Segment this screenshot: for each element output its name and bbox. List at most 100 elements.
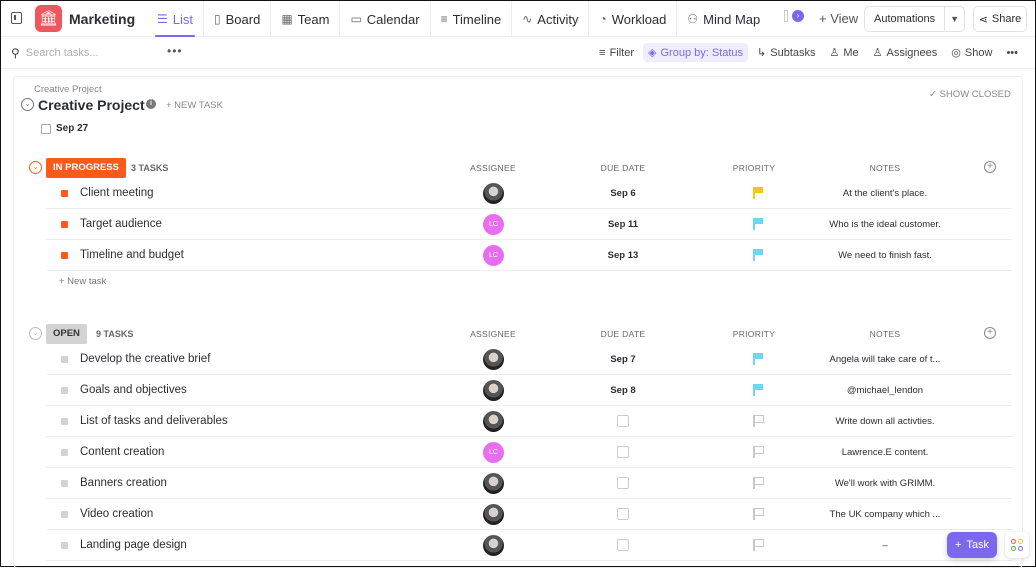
- flag-icon[interactable]: [753, 384, 763, 396]
- info-icon[interactable]: i: [146, 99, 156, 109]
- avatar[interactable]: [483, 349, 504, 370]
- task-notes[interactable]: We'll work with GRIMM.: [835, 478, 935, 489]
- flag-icon[interactable]: [753, 249, 763, 261]
- column-header-due-date[interactable]: DUE DATE: [601, 163, 646, 173]
- avatar[interactable]: [483, 380, 504, 401]
- task-row[interactable]: Goals and objectives Sep 8 @michael_lend…: [46, 375, 1012, 406]
- column-header-due-date[interactable]: DUE DATE: [601, 329, 646, 339]
- task-name[interactable]: Landing page design: [80, 539, 187, 551]
- subtasks-button[interactable]: ↳ Subtasks: [752, 43, 820, 62]
- task-name[interactable]: Client meeting: [80, 187, 154, 199]
- avatar[interactable]: [483, 411, 504, 432]
- task-notes[interactable]: –: [882, 540, 887, 551]
- search-input[interactable]: ⚲ Search tasks...: [11, 46, 99, 60]
- flag-icon[interactable]: [753, 218, 763, 230]
- task-row[interactable]: Video creation The UK company which ...: [46, 499, 1012, 530]
- avatar[interactable]: LC: [483, 245, 504, 266]
- tab-workload[interactable]: ◔ Workload: [588, 1, 676, 37]
- status-square-icon[interactable]: [61, 418, 68, 425]
- flag-icon[interactable]: [753, 446, 764, 458]
- me-button[interactable]: ♙ Me: [825, 43, 864, 62]
- task-name[interactable]: Banners creation: [80, 477, 167, 489]
- new-task-button[interactable]: + NEW TASK: [166, 100, 223, 111]
- status-square-icon[interactable]: [61, 252, 68, 259]
- add-task-button[interactable]: + Task: [947, 532, 997, 558]
- avatar[interactable]: [483, 183, 504, 204]
- column-header-priority[interactable]: PRIORITY: [733, 163, 776, 173]
- due-date[interactable]: Sep 13: [608, 250, 639, 261]
- flag-icon[interactable]: [753, 477, 764, 489]
- status-badge[interactable]: IN PROGRESS: [46, 158, 126, 178]
- add-column-icon[interactable]: +: [984, 161, 996, 173]
- task-row[interactable]: Client meeting Sep 6 At the client's pla…: [46, 178, 1012, 209]
- more-options-icon[interactable]: •••: [167, 44, 183, 58]
- task-row[interactable]: Target audience LC Sep 11 Who is the idea…: [46, 209, 1012, 240]
- task-row[interactable]: List of tasks and deliverables Write dow…: [46, 406, 1012, 437]
- due-date[interactable]: Sep 6: [610, 188, 635, 199]
- task-name[interactable]: Develop the creative brief: [80, 353, 210, 365]
- status-badge[interactable]: OPEN: [46, 324, 87, 344]
- tab-mind-map[interactable]: ⚇ Mind Map: [676, 1, 770, 37]
- tab-list[interactable]: ☰ List: [147, 1, 203, 37]
- share-button[interactable]: ⋖ Share: [973, 6, 1027, 32]
- tab-team[interactable]: ▦ Team: [270, 1, 339, 37]
- flag-icon[interactable]: [753, 187, 763, 199]
- task-notes[interactable]: Who is the ideal customer.: [829, 219, 940, 230]
- calendar-icon[interactable]: [617, 446, 629, 458]
- flag-icon[interactable]: [753, 508, 764, 520]
- collapse-project-icon[interactable]: ⌄: [21, 98, 34, 111]
- show-closed-button[interactable]: ✓ SHOW CLOSED: [929, 89, 1011, 100]
- task-notes[interactable]: Angela will take care of t...: [830, 354, 941, 365]
- avatar[interactable]: [483, 504, 504, 525]
- task-name[interactable]: Goals and objectives: [80, 384, 187, 396]
- status-square-icon[interactable]: [61, 387, 68, 394]
- task-notes[interactable]: @michael_lendon: [847, 385, 923, 396]
- task-notes[interactable]: We need to finish fast.: [838, 250, 932, 261]
- status-square-icon[interactable]: [61, 221, 68, 228]
- column-header-assignee[interactable]: ASSIGNEE: [470, 163, 516, 173]
- column-header-notes[interactable]: NOTES: [870, 163, 901, 173]
- status-square-icon[interactable]: [61, 480, 68, 487]
- add-column-icon[interactable]: +: [984, 327, 996, 339]
- task-notes[interactable]: Write down all activties.: [835, 416, 934, 427]
- calendar-icon[interactable]: [617, 539, 629, 551]
- automations-button[interactable]: Automations ▼: [864, 6, 965, 32]
- filter-button[interactable]: ≡ Filter: [594, 44, 639, 62]
- task-row[interactable]: Landing page design –: [46, 530, 1012, 561]
- apps-icon[interactable]: [1005, 532, 1029, 558]
- collapse-group-icon[interactable]: ⌄: [29, 161, 42, 174]
- project-date[interactable]: Sep 27: [41, 123, 88, 134]
- avatar[interactable]: LC: [483, 214, 504, 235]
- task-notes[interactable]: Lawrence.E content.: [842, 447, 929, 458]
- avatar[interactable]: [483, 535, 504, 556]
- breadcrumb[interactable]: Creative Project: [34, 84, 102, 95]
- group-by-button[interactable]: ◈ Group by: Status: [643, 43, 749, 62]
- chevron-down-icon[interactable]: ▼: [945, 14, 964, 24]
- calendar-icon[interactable]: [617, 415, 629, 427]
- column-header-assignee[interactable]: ASSIGNEE: [470, 329, 516, 339]
- tab-timeline[interactable]: ≡ Timeline: [429, 1, 512, 37]
- status-square-icon[interactable]: [61, 356, 68, 363]
- task-row[interactable]: Timeline and budget LC Sep 13 We need to …: [46, 240, 1012, 271]
- task-name[interactable]: Video creation: [80, 508, 153, 520]
- sidebar-toggle-icon[interactable]: [11, 12, 22, 24]
- avatar[interactable]: LC: [483, 442, 504, 463]
- avatar[interactable]: [483, 473, 504, 494]
- assignees-button[interactable]: ♙ Assignees: [868, 43, 943, 62]
- task-row[interactable]: Content creation LC Lawrence.E content.: [46, 437, 1012, 468]
- task-notes[interactable]: The UK company which ...: [830, 509, 941, 520]
- column-header-notes[interactable]: NOTES: [870, 329, 901, 339]
- tab-board[interactable]: ▯ Board: [203, 1, 270, 37]
- due-date[interactable]: Sep 11: [608, 219, 638, 230]
- calendar-icon[interactable]: [617, 477, 629, 489]
- task-notes[interactable]: At the client's place.: [843, 188, 927, 199]
- collapse-group-icon[interactable]: ⌄: [29, 327, 42, 340]
- task-name[interactable]: Timeline and budget: [80, 249, 184, 261]
- task-row[interactable]: Banners creation We'll work with GRIMM.: [46, 468, 1012, 499]
- more-icon[interactable]: •••: [1001, 44, 1023, 62]
- task-row[interactable]: Develop the creative brief Sep 7 Angela …: [46, 344, 1012, 375]
- due-date[interactable]: Sep 7: [610, 354, 635, 365]
- status-square-icon[interactable]: [61, 449, 68, 456]
- add-task-link[interactable]: + New task: [59, 276, 106, 287]
- status-square-icon[interactable]: [61, 542, 68, 549]
